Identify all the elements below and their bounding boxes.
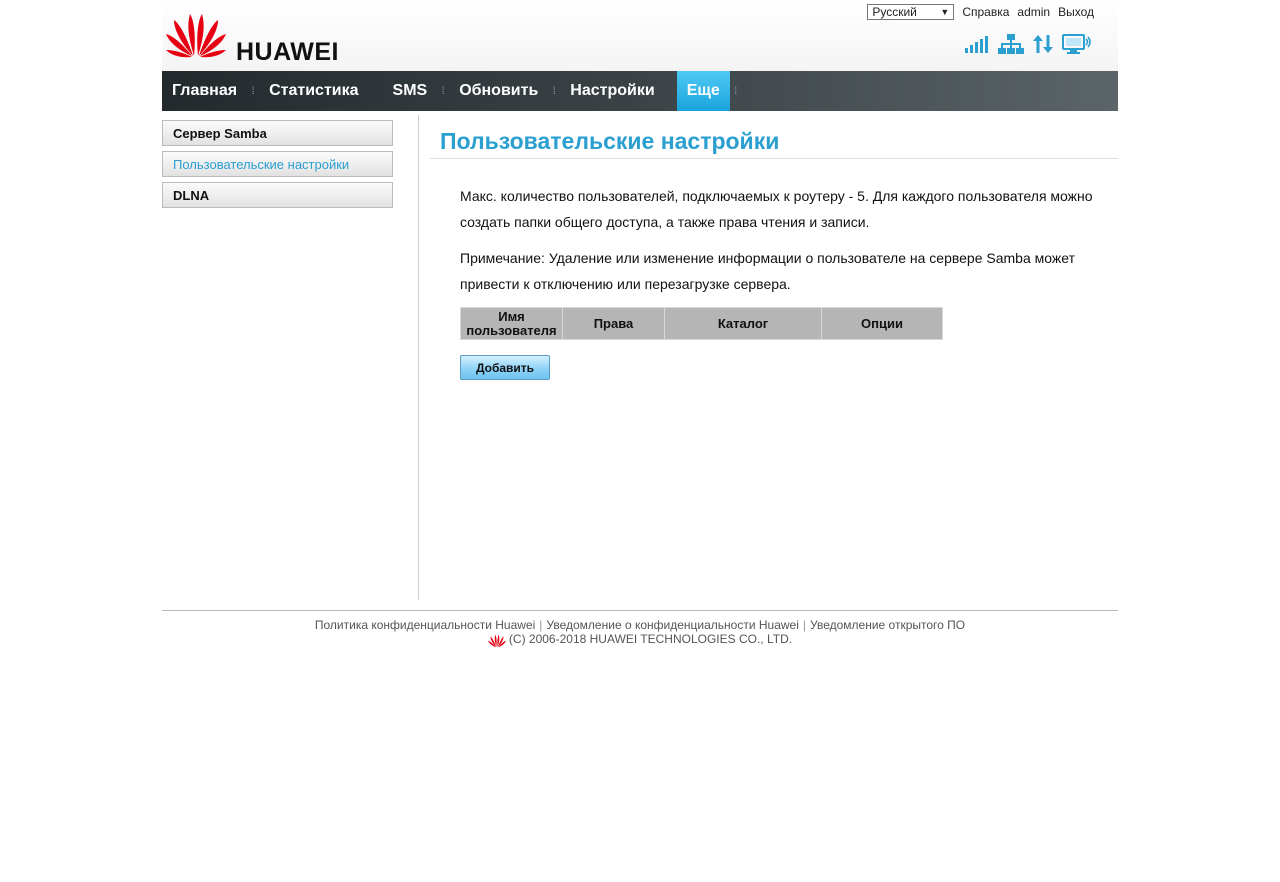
- copyright: (C) 2006-2018 HUAWEI TECHNOLOGIES CO., L…: [162, 632, 1118, 648]
- users-table: Имя пользователя Права Каталог Опции: [460, 307, 943, 340]
- sidebar-divider: [418, 115, 419, 600]
- sidebar-item-samba-server[interactable]: Сервер Samba: [162, 120, 393, 146]
- nav-sms[interactable]: SMS: [381, 71, 438, 111]
- note-text: Примечание: Удаление или изменение инфор…: [460, 250, 1075, 292]
- huawei-flower-icon: [166, 14, 226, 58]
- network-icon[interactable]: [998, 33, 1024, 60]
- language-select[interactable]: Русский ▼: [867, 4, 955, 20]
- brand-name: HUAWEI: [236, 38, 339, 66]
- page: HUAWEI Русский ▼ Справка admin Выход Гла…: [162, 0, 1118, 882]
- nav-statistics[interactable]: Статистика: [259, 71, 368, 111]
- page-title: Пользовательские настройки: [440, 128, 780, 154]
- nav-separator: ⁞: [441, 85, 445, 97]
- add-user-button[interactable]: Добавить: [460, 355, 550, 380]
- table-header-row: Имя пользователя Права Каталог Опции: [460, 307, 943, 340]
- signal-strength-icon[interactable]: [964, 34, 990, 59]
- language-value: Русский: [872, 5, 917, 19]
- footer-separator: |: [802, 618, 806, 632]
- copyright-text: (C) 2006-2018 HUAWEI TECHNOLOGIES CO., L…: [508, 632, 793, 646]
- nav-home[interactable]: Главная: [162, 71, 247, 111]
- main-nav: Главная ⁞ Статистика SMS ⁞ Обновить ⁞ На…: [162, 71, 1118, 111]
- nav-more[interactable]: Еще: [676, 71, 730, 111]
- footer-links: Политика конфиденциальности Huawei | Уведо…: [162, 618, 1118, 632]
- sidebar: Сервер Samba Пользовательские настройки …: [162, 120, 393, 213]
- description-text: Макс. количество пользователей, подключа…: [460, 188, 1093, 230]
- open-source-notice-link[interactable]: Уведомление открытого ПО: [810, 618, 965, 632]
- nav-separator: ⁞: [251, 85, 255, 97]
- wifi-device-icon[interactable]: [1062, 33, 1092, 60]
- nav-separator: [369, 71, 381, 111]
- footer-divider: [162, 610, 1118, 611]
- column-header-options: Опции: [821, 307, 943, 340]
- logout-link[interactable]: Выход: [1058, 5, 1094, 19]
- privacy-policy-link[interactable]: Политика конфиденциальности Huawei: [315, 618, 535, 632]
- privacy-notice-link[interactable]: Уведомление о конфиденциальности Huawei: [546, 618, 798, 632]
- sidebar-item-user-settings[interactable]: Пользовательские настройки: [162, 151, 393, 177]
- sidebar-item-dlna[interactable]: DLNA: [162, 182, 393, 208]
- nav-settings[interactable]: Настройки: [560, 71, 664, 111]
- huawei-flower-icon: [487, 634, 506, 648]
- user-name: admin: [1017, 5, 1051, 19]
- nav-update[interactable]: Обновить: [449, 71, 548, 111]
- footer-separator: |: [539, 618, 543, 632]
- nav-separator: ⁞: [734, 85, 738, 97]
- column-header-directory: Каталог: [664, 307, 822, 340]
- column-header-rights: Права: [562, 307, 665, 340]
- help-link[interactable]: Справка: [962, 5, 1009, 19]
- header: HUAWEI Русский ▼ Справка admin Выход: [162, 0, 1118, 71]
- column-header-username: Имя пользователя: [460, 307, 563, 340]
- top-links: Русский ▼ Справка admin Выход: [867, 3, 1094, 21]
- data-transfer-icon[interactable]: [1032, 33, 1054, 60]
- huawei-logo[interactable]: HUAWEI: [166, 12, 346, 66]
- chevron-down-icon: ▼: [940, 7, 950, 17]
- nav-separator: ⁞: [552, 85, 556, 97]
- title-divider: [430, 158, 1118, 159]
- nav-separator: [665, 71, 677, 111]
- status-icons: [956, 33, 1092, 60]
